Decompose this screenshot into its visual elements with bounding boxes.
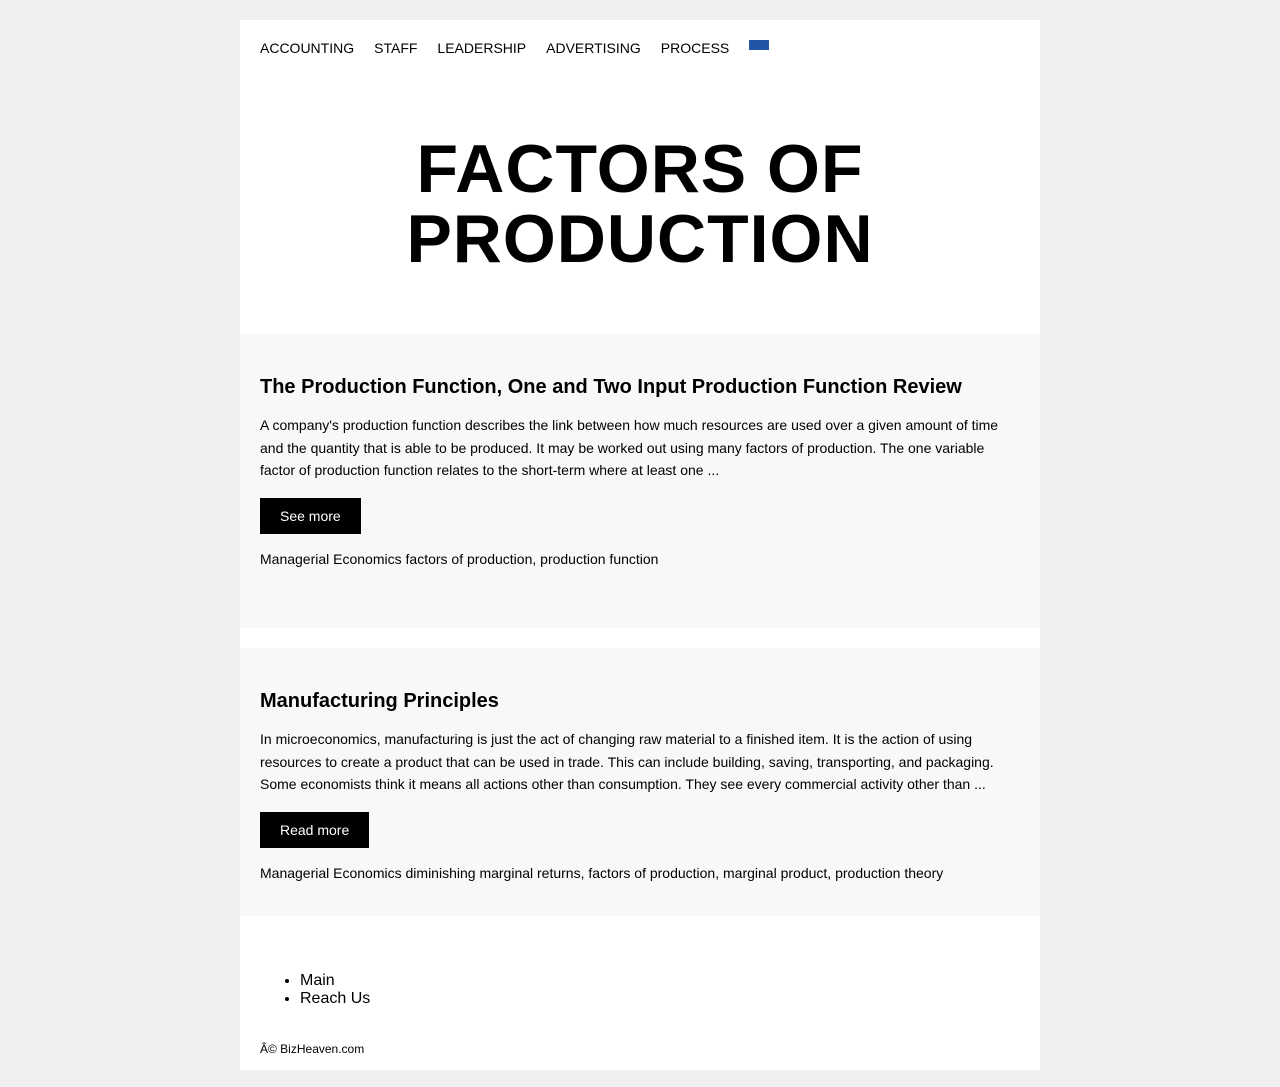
footer-link-reach-us[interactable]: Reach Us [300,990,370,1007]
footer-links: Main Reach Us [280,972,370,1008]
see-more-button[interactable]: See more [260,497,361,534]
post-meta: Managerial Economics diminishing margina… [260,864,944,881]
nav-item-accounting[interactable]: ACCOUNTING [260,40,354,56]
page-title: FACTORS OF PRODUCTION [240,134,1040,274]
footer-list-item: Reach Us [300,990,370,1008]
post-card: Manufacturing Principles In microeconomi… [240,648,1040,916]
post-meta: Managerial Economics factors of producti… [260,550,659,567]
nav-item-process[interactable]: PROCESS [661,40,729,56]
language-flag-icon[interactable] [749,40,770,50]
copyright-text: Â© BizHeaven.com [260,1042,365,1056]
page-footer: Main Reach Us Â© BizHeaven.com [240,916,1040,1070]
post-title[interactable]: The Production Function, One and Two Inp… [260,374,1020,400]
hero-header: FACTORS OF PRODUCTION [240,134,1040,274]
post-tag-link[interactable]: diminishing marginal returns [406,865,581,881]
read-more-button[interactable]: Read more [260,811,370,848]
post-category-link[interactable]: Managerial Economics [260,551,402,567]
footer-link-main[interactable]: Main [300,972,335,989]
post-excerpt: In microeconomics, manufacturing is just… [260,731,994,792]
post-tag-link[interactable]: factors of production [588,865,715,881]
page-title-line-1: FACTORS OF [416,131,864,207]
nav-item-advertising[interactable]: ADVERTISING [546,40,641,56]
page-title-line-2: PRODUCTION [406,201,874,277]
post-category-link[interactable]: Managerial Economics [260,865,402,881]
post-title[interactable]: Manufacturing Principles [260,688,1020,714]
post-tag-link[interactable]: production theory [835,865,943,881]
post-tag-link[interactable]: factors of production [406,551,533,567]
post-excerpt: A company's production function describe… [260,417,999,478]
footer-list-item: Main [300,972,370,990]
top-navigation: ACCOUNTING STAFF LEADERSHIP ADVERTISING … [260,40,770,60]
post-tag-link[interactable]: marginal product [723,865,827,881]
post-card: The Production Function, One and Two Inp… [240,334,1040,628]
post-tag-link[interactable]: production function [540,551,658,567]
nav-item-leadership[interactable]: LEADERSHIP [437,40,526,56]
nav-item-staff[interactable]: STAFF [374,40,417,56]
page-container: ACCOUNTING STAFF LEADERSHIP ADVERTISING … [240,20,1040,1070]
